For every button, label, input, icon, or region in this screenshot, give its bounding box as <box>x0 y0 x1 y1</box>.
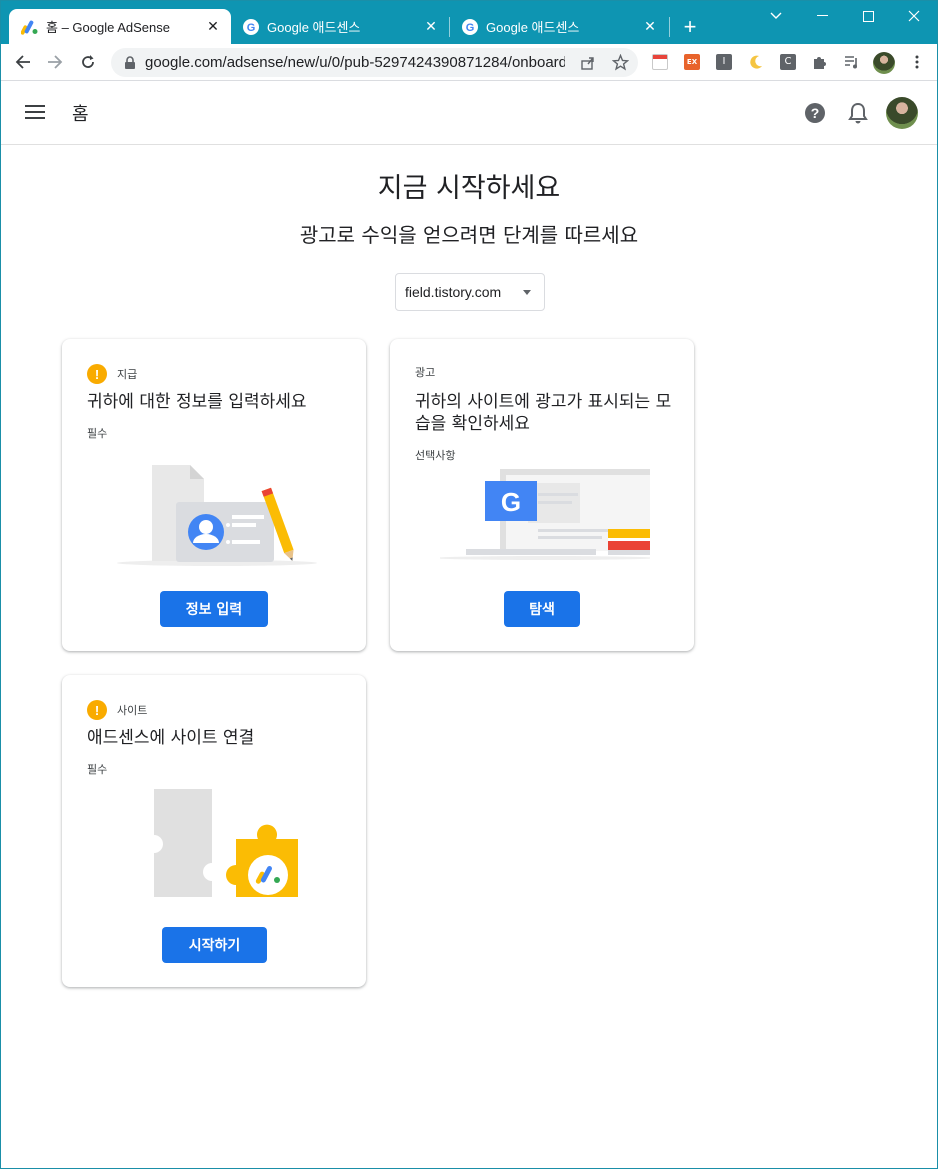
account-avatar[interactable] <box>886 97 918 129</box>
more-vertical-icon <box>915 55 919 69</box>
caret-down-icon <box>523 290 531 295</box>
back-button[interactable] <box>10 49 36 75</box>
card-category: 사이트 <box>117 704 148 717</box>
reload-icon <box>82 55 94 68</box>
tab-title: Google 애드센스 <box>267 20 361 35</box>
star-icon[interactable] <box>612 54 629 71</box>
svg-text:G: G <box>501 487 521 517</box>
google-g-icon: G <box>243 18 259 35</box>
browser-window: 홈 – Google AdSense ✕ G Google 애드센스 ✕ G G… <box>0 0 938 1169</box>
playlist-icon <box>845 56 857 69</box>
puzzle-icon <box>814 57 826 69</box>
exclamation-icon: ! <box>87 364 107 384</box>
get-started-button[interactable]: 시작하기 <box>162 927 267 963</box>
svg-text:?: ? <box>811 105 820 121</box>
page-title: 홈 <box>72 104 89 125</box>
card-category: 광고 <box>415 366 436 379</box>
address-bar[interactable]: google.com/adsense/new/u/0/pub-529742439… <box>111 48 638 77</box>
chevron-down-icon <box>770 12 782 19</box>
card-label-row: ! 지급 <box>87 364 137 384</box>
tab-search-button[interactable] <box>753 1 799 31</box>
share-icon[interactable] <box>580 55 596 71</box>
puzzle-illustration <box>154 789 298 897</box>
site-dropdown[interactable]: field.tistory.com <box>395 273 545 311</box>
tab-title: 홈 – Google AdSense <box>46 20 170 35</box>
forward-button[interactable] <box>42 49 68 75</box>
c-extension-icon[interactable]: C <box>780 54 796 70</box>
moon-icon <box>750 55 762 69</box>
hamburger-menu-icon[interactable] <box>23 101 49 125</box>
close-tab-icon[interactable]: ✕ <box>423 19 439 35</box>
minimize-icon <box>816 15 828 16</box>
card-title: 귀하의 사이트에 광고가 표시되는 모습을 확인하세요 <box>415 392 672 434</box>
site-dropdown-value: field.tistory.com <box>405 284 502 300</box>
card-requirement: 선택사항 <box>415 449 456 462</box>
close-icon <box>908 10 920 22</box>
bell-icon[interactable] <box>847 101 869 125</box>
app-header: 홈 ? <box>1 81 937 145</box>
maximize-icon <box>862 10 874 22</box>
maximize-button[interactable] <box>845 1 891 31</box>
explore-button[interactable]: 탐색 <box>504 591 580 627</box>
payment-info-card: ! 지급 귀하에 대한 정보를 입력하세요 필수 정보 입력 <box>62 339 366 651</box>
exclamation-icon: ! <box>87 700 107 720</box>
close-window-button[interactable] <box>891 1 937 31</box>
tab-separator <box>669 17 670 37</box>
headline: 지금 시작하세요 <box>377 173 561 204</box>
new-tab-button[interactable]: + <box>677 15 703 41</box>
id-card-illustration <box>117 465 317 566</box>
arrow-left-icon <box>15 55 30 69</box>
tab-strip: 홈 – Google AdSense ✕ G Google 애드센스 ✕ G G… <box>1 1 937 44</box>
card-category: 지급 <box>117 368 138 381</box>
reader-extension-icon[interactable]: I <box>716 54 732 70</box>
extensions-button[interactable] <box>812 54 828 70</box>
close-tab-icon[interactable]: ✕ <box>642 19 658 35</box>
google-g-icon: G <box>462 18 478 35</box>
card-requirement: 필수 <box>87 427 108 440</box>
close-tab-icon[interactable]: ✕ <box>205 19 221 35</box>
card-label-row: 광고 <box>415 364 435 380</box>
moon-extension-icon[interactable] <box>748 54 764 70</box>
svg-text:G: G <box>247 22 256 34</box>
tab-title: Google 애드센스 <box>486 20 580 35</box>
adsense-logo-icon <box>21 20 38 35</box>
ex-extension-icon[interactable]: EX <box>684 54 700 70</box>
ads-preview-card: 광고 귀하의 사이트에 광고가 표시되는 모습을 확인하세요 선택사항 G 탐색 <box>390 339 694 651</box>
reload-button[interactable] <box>75 49 101 75</box>
card-label-row: ! 사이트 <box>87 700 147 720</box>
calendar-extension-icon[interactable] <box>652 54 668 70</box>
enter-info-button[interactable]: 정보 입력 <box>160 591 268 627</box>
profile-avatar[interactable] <box>873 52 895 74</box>
media-control-button[interactable] <box>844 54 860 70</box>
tab-adsense-home[interactable]: 홈 – Google AdSense ✕ <box>9 9 231 44</box>
connect-site-card: ! 사이트 애드센스에 사이트 연결 필수 시작하기 <box>62 675 366 987</box>
help-circle-icon[interactable]: ? <box>803 101 827 125</box>
website-ad-illustration: G <box>440 469 650 560</box>
arrow-right-icon <box>48 55 63 69</box>
browser-menu-button[interactable] <box>909 54 925 70</box>
card-title: 귀하에 대한 정보를 입력하세요 <box>87 392 307 412</box>
url-text: google.com/adsense/new/u/0/pub-529742439… <box>145 54 565 71</box>
tab-adsense-3[interactable]: G Google 애드센스 ✕ <box>450 9 668 44</box>
card-title: 애드센스에 사이트 연결 <box>87 728 255 748</box>
minimize-button[interactable] <box>799 1 845 31</box>
card-requirement: 필수 <box>87 763 108 776</box>
subheadline: 광고로 수익을 얻으려면 단계를 따르세요 <box>299 223 639 247</box>
tab-adsense-2[interactable]: G Google 애드센스 ✕ <box>231 9 449 44</box>
lock-icon <box>125 55 135 69</box>
browser-toolbar: google.com/adsense/new/u/0/pub-529742439… <box>1 44 937 81</box>
svg-text:G: G <box>466 22 475 34</box>
